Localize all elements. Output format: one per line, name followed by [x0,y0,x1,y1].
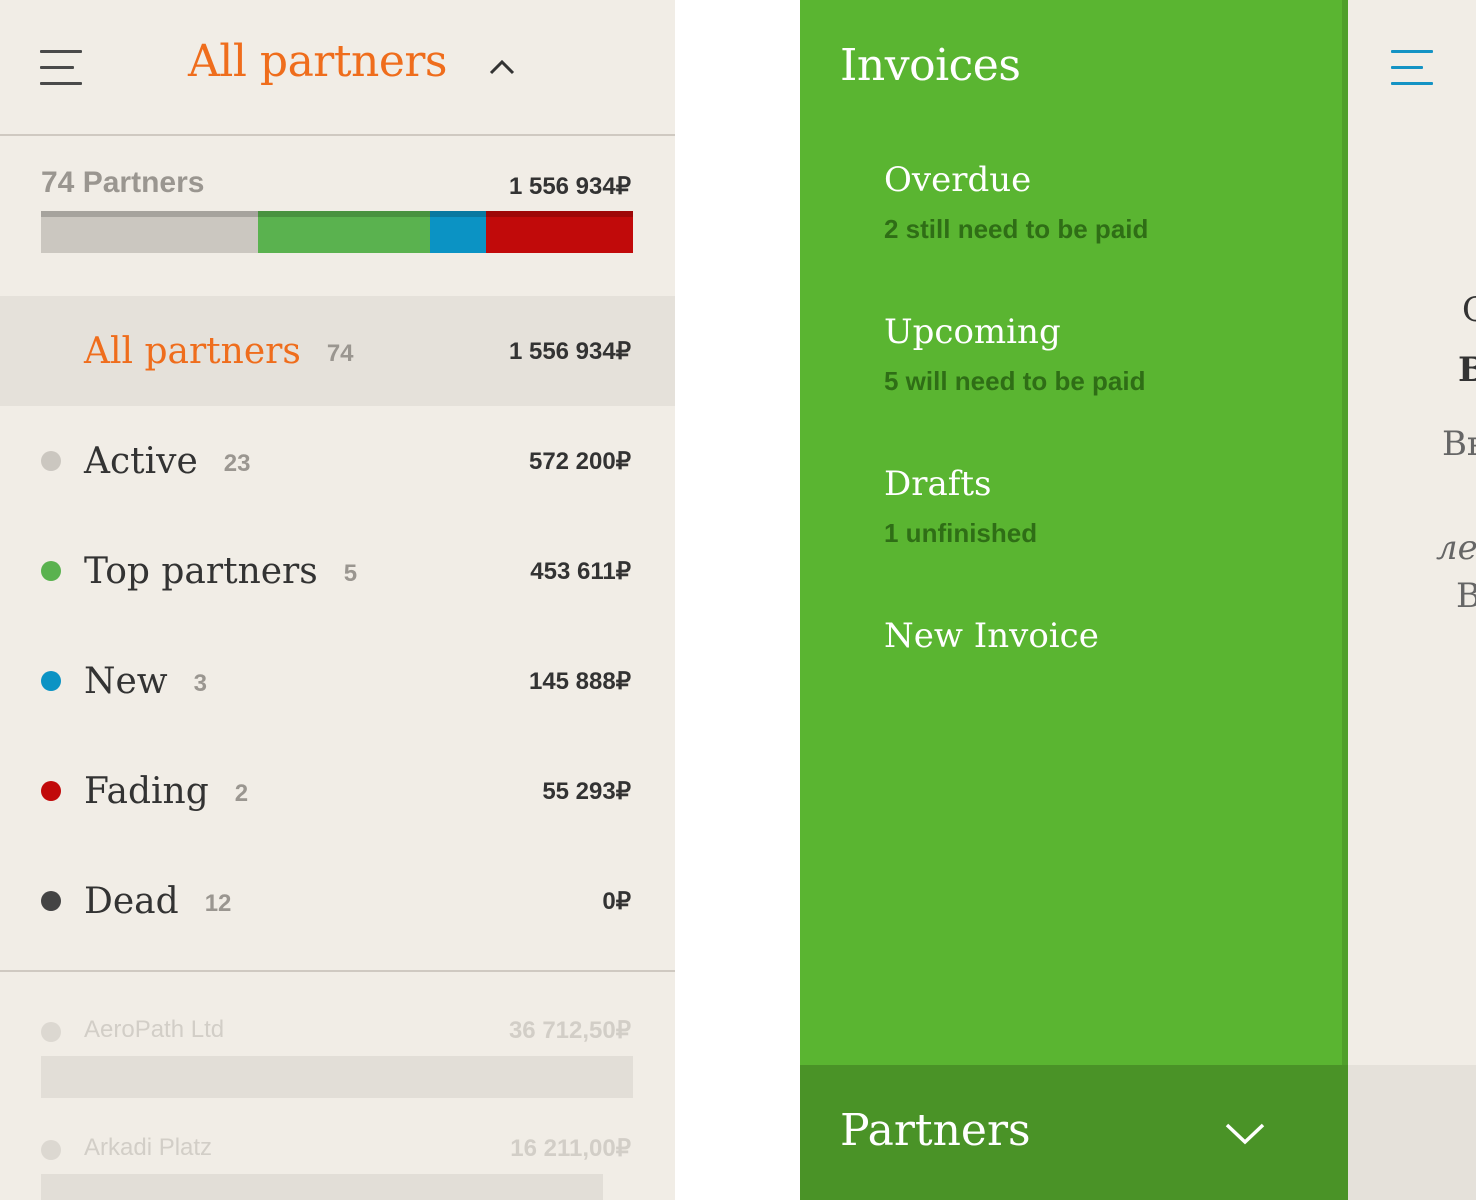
detail-text: Вы [1442,424,1476,464]
group-name: Dead 12 [84,881,231,922]
partner-group-row[interactable]: Fading 2 55 293₽ [0,736,675,846]
partner-amount: 16 211,00₽ [510,1135,631,1162]
group-name: Active 23 [84,441,251,482]
status-dot [41,1140,61,1160]
invoice-item-sub: 2 still need to be paid [884,214,1149,244]
detail-text: B [1458,350,1476,390]
partners-section-toggle[interactable]: Partners [800,1065,1348,1200]
chevron-up-icon [489,59,515,74]
invoice-item-label: New Invoice [884,616,1099,656]
group-label: Fading [84,770,209,812]
detail-panel: C B Вы ле В [1348,0,1476,1200]
group-name: New 3 [84,661,207,702]
detail-text: ле [1436,528,1476,568]
group-name: Top partners 5 [84,551,357,592]
status-dot [41,1022,61,1042]
list-divider [0,970,675,972]
partner-group-row[interactable]: Active 23 572 200₽ [0,406,675,516]
invoices-drafts[interactable]: Drafts 1 unfinished [884,464,1037,549]
menu-icon[interactable] [1391,50,1435,86]
group-count: 74 [326,339,354,367]
bar-segment-new [430,211,486,253]
partner-group-row[interactable]: Dead 12 0₽ [0,846,675,956]
status-dot-icon [41,561,61,581]
detail-text: C [1462,290,1476,330]
partners-filter-dropdown[interactable]: All partners [188,36,517,87]
invoice-item-sub: 1 unfinished [884,518,1038,548]
detail-text: В [1456,576,1476,616]
status-dot-icon [41,781,61,801]
group-label: Top partners [84,550,318,592]
group-amount: 572 200₽ [528,447,631,475]
bar-segment-top [258,211,430,253]
group-name: Fading 2 [84,771,248,812]
invoices-upcoming[interactable]: Upcoming 5 will need to be paid [884,312,1146,397]
invoices-panel: Invoices Overdue 2 still need to be paid… [800,0,1348,1200]
status-dot-icon [41,891,61,911]
group-count: 12 [204,889,232,917]
partners-count: 74 Partners [41,166,205,199]
group-label: Active [84,440,198,482]
partner-group-list: All partners 74 1 556 934₽ Active 23 572 200₽… [0,296,675,956]
partner-group-row[interactable]: New 3 145 888₽ [0,626,675,736]
bar-segment-fading [486,211,633,253]
invoices-title: Invoices [840,40,1021,91]
invoice-item-label: Overdue [884,160,1032,200]
partners-panel: All partners 74 Partners 1 556 934₽ All … [0,0,675,1200]
menu-icon[interactable] [40,50,84,86]
group-amount: 453 611₽ [530,557,631,585]
group-amount: 1 556 934₽ [508,337,631,365]
group-label: Dead [84,880,179,922]
detail-footer [1348,1065,1476,1200]
partner-name: Arkadi Platz [84,1134,213,1161]
partner-group-row[interactable]: All partners 74 1 556 934₽ [0,296,675,406]
group-name: All partners 74 [84,331,354,372]
group-amount: 55 293₽ [542,777,631,805]
group-count: 2 [234,779,249,807]
partner-amount: 36 712,50₽ [508,1017,631,1044]
partner-bar [41,1174,603,1200]
partners-total: 1 556 934₽ [508,173,631,200]
partner-bar [41,1056,633,1098]
group-amount: 0₽ [602,887,631,915]
partners-distribution-bar [41,211,633,253]
group-count: 3 [193,669,207,697]
page-title: All partners [188,36,448,87]
invoices-overdue[interactable]: Overdue 2 still need to be paid [884,160,1148,245]
invoice-item-label: Upcoming [884,312,1061,352]
partners-section-label: Partners [840,1105,1031,1156]
group-amount: 145 888₽ [528,667,631,695]
status-dot-icon [41,451,61,471]
invoice-item-label: Drafts [884,464,992,504]
partner-group-row[interactable]: Top partners 5 453 611₽ [0,516,675,626]
header-divider [0,134,675,136]
new-invoice-link[interactable]: New Invoice [884,616,1099,656]
group-label: All partners [84,330,301,372]
chevron-down-icon [1225,1123,1265,1145]
status-dot-icon [41,671,61,691]
bar-segment-active [41,211,258,253]
invoice-item-sub: 5 will need to be paid [884,366,1146,396]
partner-name: AeroPath Ltd [84,1016,225,1043]
group-count: 5 [343,559,358,587]
group-label: New [84,660,168,702]
group-count: 23 [223,449,251,477]
